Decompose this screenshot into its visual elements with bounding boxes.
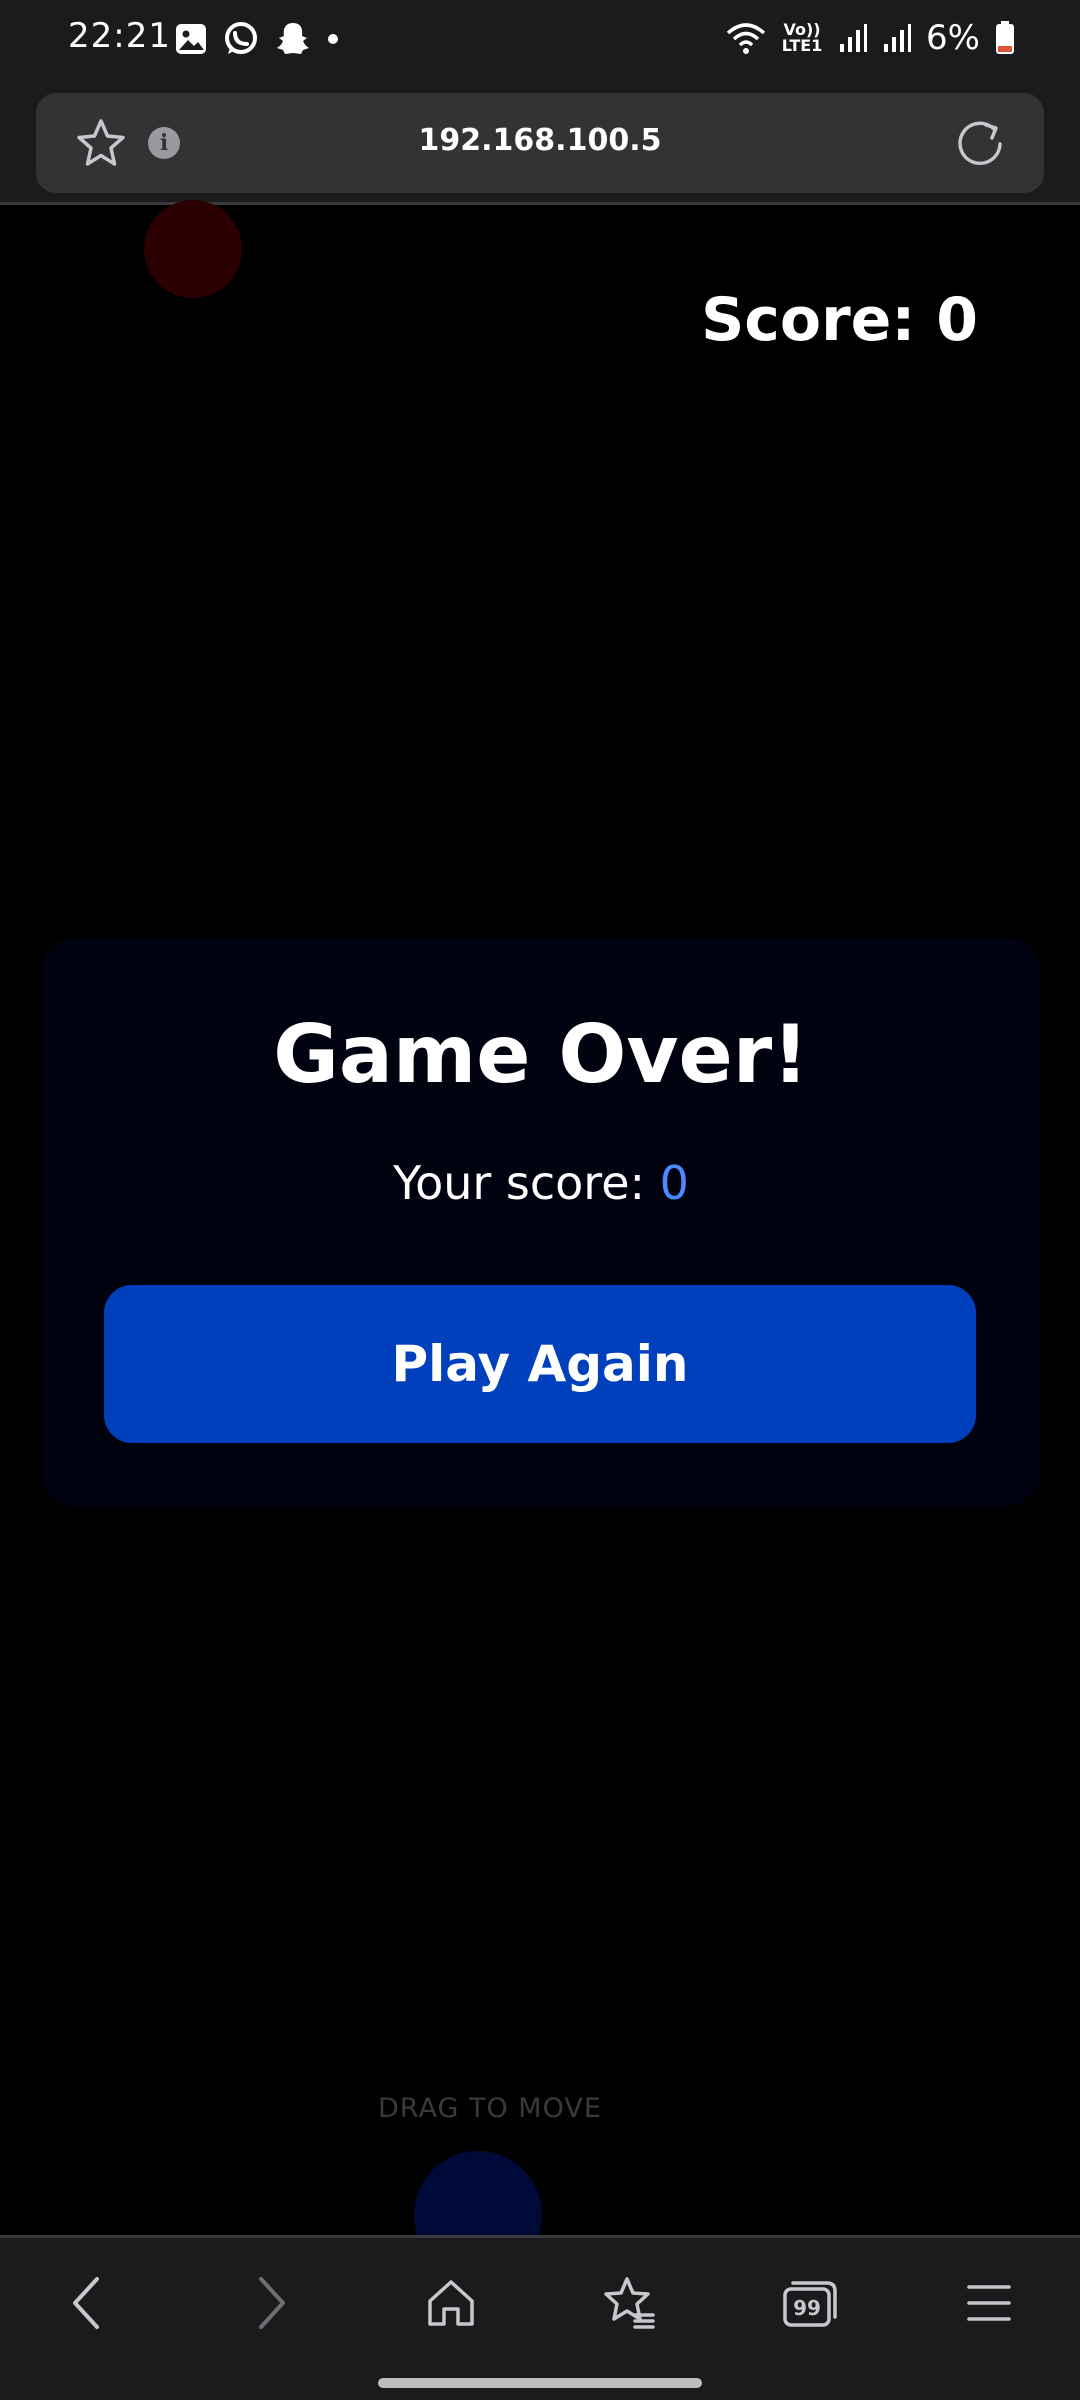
battery-icon xyxy=(996,21,1014,54)
bookmarks-icon xyxy=(604,2277,655,2329)
final-score-label: Your score: xyxy=(393,1156,645,1210)
game-over-dialog: Game Over! Your score: 0 Play Again xyxy=(42,938,1040,1506)
home-button[interactable] xyxy=(418,2270,484,2336)
browser-toolbar: i 192.168.100.5 xyxy=(0,80,1080,205)
home-icon xyxy=(428,2280,474,2326)
menu-button[interactable] xyxy=(956,2270,1022,2336)
signal-icon xyxy=(884,24,912,52)
drag-hint: DRAG TO MOVE xyxy=(378,2093,602,2124)
gesture-bar[interactable] xyxy=(378,2378,702,2388)
final-score-value: 0 xyxy=(659,1156,689,1210)
status-time: 22:21 xyxy=(68,16,171,56)
reload-icon[interactable] xyxy=(954,117,1008,171)
status-bar: 22:21 Vo)) LTE1 6% xyxy=(0,0,1080,80)
gallery-icon xyxy=(176,24,206,54)
back-icon xyxy=(73,2277,99,2329)
game-canvas[interactable]: Score: 0 Game Over! Your score: 0 Play A… xyxy=(0,200,1080,2279)
forward-button[interactable] xyxy=(238,2270,304,2336)
back-button[interactable] xyxy=(54,2270,120,2336)
play-again-button[interactable]: Play Again xyxy=(104,1285,976,1443)
signal-icon xyxy=(840,24,868,52)
system-icons: Vo)) LTE1 6% xyxy=(726,18,1016,58)
url-text[interactable]: 192.168.100.5 xyxy=(36,123,1044,158)
snapchat-icon xyxy=(277,23,309,54)
forward-icon xyxy=(259,2277,285,2329)
network-label: Vo)) LTE1 xyxy=(781,20,823,55)
final-score: Your score: 0 xyxy=(42,1156,1040,1210)
whatsapp-icon xyxy=(225,22,257,54)
battery-percent: 6% xyxy=(926,18,980,58)
tabs-button[interactable]: 99 xyxy=(776,2270,842,2336)
wifi-icon xyxy=(726,23,766,54)
notification-icons xyxy=(174,20,340,58)
address-bar[interactable]: i 192.168.100.5 xyxy=(36,93,1044,193)
score-label: Score: 0 xyxy=(701,285,978,355)
browser-bottom-nav: 99 xyxy=(0,2235,1080,2400)
menu-icon xyxy=(967,2285,1011,2321)
dot-icon xyxy=(328,34,338,44)
bookmarks-button[interactable] xyxy=(596,2270,662,2336)
tabs-count: 99 xyxy=(793,2296,821,2320)
enemy-ball xyxy=(144,200,242,298)
game-over-title: Game Over! xyxy=(273,1008,809,1101)
tabs-icon: 99 xyxy=(783,2281,837,2327)
screen: 22:21 Vo)) LTE1 6% i 192.168.100.5 Score… xyxy=(0,0,1080,2400)
